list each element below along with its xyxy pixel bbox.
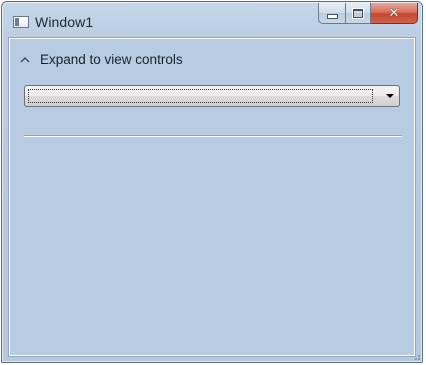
application-window-icon[interactable] bbox=[13, 16, 29, 28]
separator bbox=[24, 135, 402, 137]
maximize-button[interactable] bbox=[345, 3, 371, 24]
client-area: Expand to view controls bbox=[8, 37, 416, 357]
dropdown-arrow-icon[interactable] bbox=[386, 94, 394, 98]
minimize-icon bbox=[326, 13, 338, 19]
window-title: Window1 bbox=[35, 14, 94, 30]
expander-label: Expand to view controls bbox=[40, 51, 183, 67]
chevron-up-icon[interactable] bbox=[18, 52, 32, 66]
combo-focus-rect bbox=[28, 89, 373, 103]
title-bar[interactable]: Window1 ✕ bbox=[2, 2, 422, 38]
minimize-button[interactable] bbox=[318, 3, 345, 24]
close-button[interactable]: ✕ bbox=[371, 3, 418, 24]
main-window: Window1 ✕ Expand to view controls bbox=[1, 1, 423, 363]
resize-grip-icon[interactable] bbox=[411, 351, 421, 361]
close-icon: ✕ bbox=[388, 5, 400, 21]
maximize-icon bbox=[352, 7, 364, 19]
expander-header[interactable]: Expand to view controls bbox=[18, 49, 183, 69]
combo-box[interactable] bbox=[24, 85, 400, 107]
caption-buttons: ✕ bbox=[318, 3, 418, 25]
